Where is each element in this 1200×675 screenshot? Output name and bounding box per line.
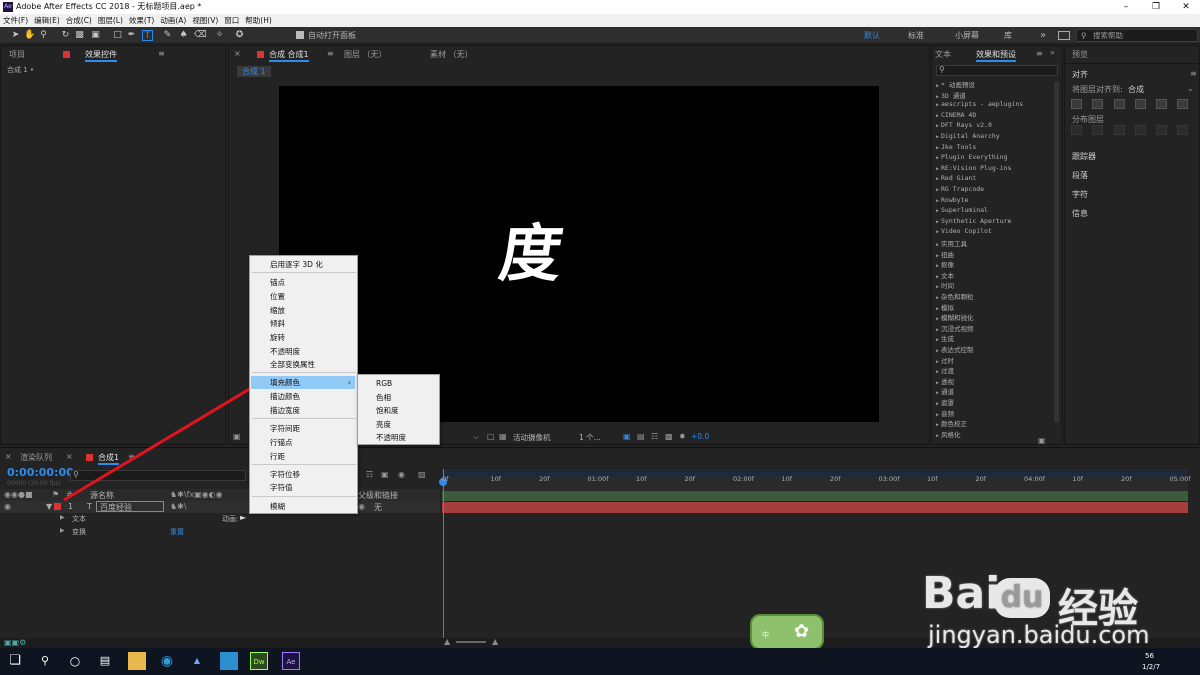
menu-separator bbox=[252, 418, 356, 419]
context-menu-item[interactable]: 字符间距 bbox=[270, 422, 300, 435]
submenu-item[interactable]: 饱和度 bbox=[376, 404, 399, 417]
context-menu-item[interactable]: 不透明度 bbox=[270, 345, 300, 358]
context-menu-item[interactable]: 行距 bbox=[270, 450, 285, 463]
after-effects-taskbar-icon[interactable]: Ae bbox=[282, 652, 300, 670]
menu-separator bbox=[252, 272, 356, 273]
ps-tool-icon[interactable]: ▲ bbox=[188, 652, 206, 670]
chevron-right-icon: › bbox=[347, 378, 351, 387]
context-menu-item[interactable]: 全部变换属性 bbox=[270, 358, 315, 371]
context-menu: 启用逐字 3D 化锚点 位置 缩放 倾斜 旋转 不透明度 全部变换属性填充颜色 › 描边颜色 › 描… bbox=[249, 255, 358, 514]
taskbar bbox=[0, 648, 1200, 675]
clock-date: 1/2/7 bbox=[1142, 663, 1161, 671]
watermark-badge: 中 ✿ bbox=[750, 614, 824, 650]
windows-start-icon[interactable]: ❏ bbox=[6, 652, 24, 670]
context-menu-item[interactable]: 锚点 bbox=[270, 276, 285, 289]
context-menu-item[interactable]: 旋转 bbox=[270, 331, 285, 344]
context-menu-item[interactable]: 描边颜色 › bbox=[270, 390, 300, 403]
clock-time: 56 bbox=[1145, 652, 1154, 660]
context-menu-item[interactable]: 位置 bbox=[270, 290, 285, 303]
chevron-right-icon: › bbox=[292, 392, 296, 401]
context-menu-item[interactable]: 行锚点 bbox=[270, 436, 293, 449]
menu-separator bbox=[252, 496, 356, 497]
menu-separator bbox=[252, 464, 356, 465]
media-app-icon[interactable] bbox=[220, 652, 238, 670]
watermark-paw: du bbox=[994, 578, 1050, 618]
menu-separator bbox=[252, 372, 356, 373]
context-menu-item[interactable]: 倾斜 bbox=[270, 317, 285, 330]
submenu-item[interactable]: 亮度 bbox=[376, 418, 391, 431]
submenu-item[interactable]: 色相 bbox=[376, 391, 391, 404]
watermark-url: jingyan.baidu.com bbox=[928, 621, 1150, 649]
context-menu-item[interactable]: 描边宽度 bbox=[270, 404, 300, 417]
file-explorer-icon[interactable] bbox=[128, 652, 146, 670]
submenu-item[interactable]: 不透明度 bbox=[376, 431, 406, 444]
context-menu-item[interactable]: 启用逐字 3D 化 bbox=[270, 258, 323, 271]
annotation-arrow bbox=[63, 376, 272, 502]
browser-icon[interactable]: ◉ bbox=[158, 652, 176, 670]
context-menu-item[interactable]: 模糊 bbox=[270, 500, 285, 513]
context-menu-item[interactable]: 字符位移 bbox=[270, 468, 300, 481]
submenu: RGB 色相 饱和度 亮度 不透明度 bbox=[357, 374, 440, 445]
search-icon[interactable]: ⚲ bbox=[36, 652, 54, 670]
dreamweaver-icon[interactable]: Dw bbox=[250, 652, 268, 670]
rabbit-icon: ✿ bbox=[794, 621, 810, 642]
context-menu-item[interactable]: 缩放 bbox=[270, 304, 285, 317]
watermark-badge-text: 中 bbox=[762, 631, 769, 639]
submenu-item[interactable]: RGB bbox=[376, 377, 392, 390]
watermark-brand: Bai bbox=[922, 568, 1001, 619]
context-menu-item[interactable]: 字符值 bbox=[270, 481, 293, 494]
cortana-icon[interactable]: ○ bbox=[66, 652, 84, 670]
context-menu-item[interactable]: 填充颜色 › bbox=[251, 376, 355, 389]
task-view-icon[interactable]: ▤ bbox=[96, 652, 114, 670]
